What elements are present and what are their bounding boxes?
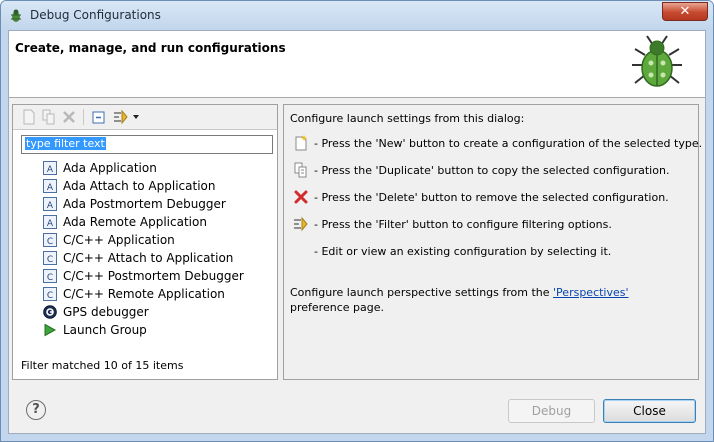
tree-item-label: C/C++ Postmortem Debugger — [63, 269, 244, 283]
duplicate-icon — [294, 162, 307, 178]
filter-dropdown-icon[interactable] — [131, 109, 141, 125]
tree-item-label: Ada Postmortem Debugger — [63, 197, 226, 211]
toolbar-separator — [83, 109, 84, 125]
svg-text:A: A — [47, 165, 54, 175]
ada-icon: A — [43, 197, 57, 211]
perspective-suffix: preference page. — [290, 301, 384, 314]
svg-text:C: C — [47, 255, 53, 265]
filter-input[interactable]: type filter text — [21, 135, 273, 154]
filter-icon — [294, 216, 308, 232]
configuration-tree-panel: type filter text A Ada Application A Ada… — [12, 104, 278, 380]
dialog-window: Debug Configurations ✕ Create, manage, a… — [0, 0, 714, 442]
intro-text: Configure launch settings from this dial… — [290, 112, 525, 125]
description-panel: Configure launch settings from this dial… — [283, 104, 703, 380]
new-config-icon[interactable] — [21, 109, 37, 125]
tree-item-label: Ada Attach to Application — [63, 179, 216, 193]
header-title: Create, manage, and run configurations — [15, 41, 286, 55]
filter-status: Filter matched 10 of 15 items — [21, 359, 184, 372]
c-icon: C — [43, 233, 57, 247]
tree-item-label: C/C++ Application — [63, 233, 175, 247]
help-button[interactable]: ? — [26, 400, 46, 420]
tree-item-label: C/C++ Remote Application — [63, 287, 225, 301]
c-icon: C — [43, 269, 57, 283]
help-text-filter: - Press the 'Filter' button to configure… — [314, 218, 612, 231]
tree-item-label: Ada Remote Application — [63, 215, 207, 229]
help-text-edit: - Edit or view an existing configuration… — [314, 245, 612, 258]
launch-icon — [44, 323, 57, 337]
delete-icon — [294, 190, 308, 204]
svg-text:C: C — [47, 237, 53, 247]
window-close-button[interactable]: ✕ — [662, 2, 708, 21]
filter-icon[interactable] — [113, 109, 129, 125]
dialog-header: Create, manage, and run configurations — [9, 31, 705, 98]
ada-icon: A — [43, 161, 57, 175]
perspective-prefix: Configure launch perspective settings fr… — [290, 286, 554, 299]
perspectives-link[interactable]: 'Perspectives' — [553, 286, 629, 299]
help-text-delete: - Press the 'Delete' button to remove th… — [314, 191, 669, 204]
tree-item-label: Ada Application — [63, 161, 157, 175]
window-title: Debug Configurations — [30, 8, 161, 22]
title-bar[interactable]: Debug Configurations ✕ — [1, 1, 713, 29]
ada-icon: A — [43, 179, 57, 193]
tree-item-label: C/C++ Attach to Application — [63, 251, 234, 265]
gps-icon — [43, 305, 57, 319]
tree-item-label: Launch Group — [63, 323, 147, 337]
help-text-duplicate: - Press the 'Duplicate' button to copy t… — [314, 164, 670, 177]
collapse-all-icon[interactable] — [91, 109, 107, 125]
svg-text:A: A — [47, 183, 54, 193]
tree-item-label: GPS debugger — [63, 305, 149, 319]
dialog-client: Create, manage, and run configurations t… — [8, 30, 706, 434]
new-icon — [295, 135, 307, 151]
tree-toolbar — [13, 105, 277, 130]
c-icon: C — [43, 287, 57, 301]
bug-icon — [632, 35, 682, 87]
svg-text:C: C — [47, 291, 53, 301]
svg-text:A: A — [47, 201, 54, 211]
help-text-new: - Press the 'New' button to create a con… — [314, 137, 703, 150]
filter-input-text: type filter text — [25, 137, 106, 150]
c-icon: C — [43, 251, 57, 265]
svg-text:C: C — [47, 273, 53, 283]
close-button[interactable]: Close — [603, 399, 696, 423]
debug-app-icon — [11, 9, 21, 22]
svg-text:A: A — [47, 219, 54, 229]
duplicate-config-icon[interactable] — [41, 109, 57, 125]
delete-config-icon[interactable] — [61, 109, 77, 125]
perspective-text: Configure launch perspective settings fr… — [290, 285, 690, 315]
debug-button[interactable]: Debug — [508, 399, 595, 423]
ada-icon: A — [43, 215, 57, 229]
